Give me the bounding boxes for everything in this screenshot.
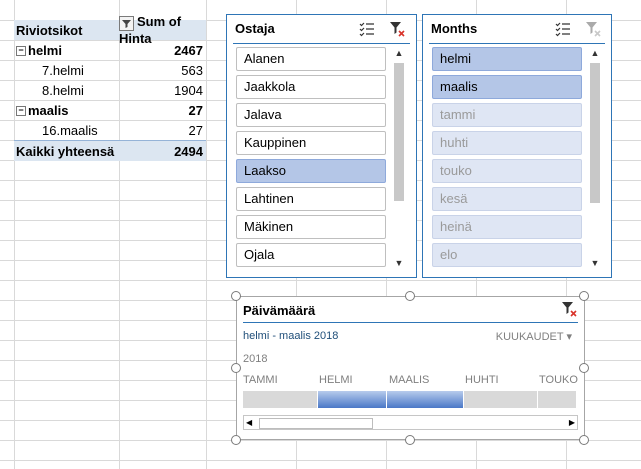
pivot-row-header[interactable]: Riviotsikot (16, 23, 82, 38)
timeline-month-label: HELMI (319, 374, 353, 386)
slicer-title: Ostaja (235, 21, 275, 36)
timeline-month-label: TOUKO (539, 374, 578, 386)
resize-handle[interactable] (405, 291, 415, 301)
slicer-item[interactable]: Ojala (236, 243, 386, 267)
resize-handle[interactable] (231, 291, 241, 301)
clear-filter-icon[interactable] (388, 20, 406, 38)
slicer-item[interactable]: Jaakkola (236, 75, 386, 99)
scroll-down-icon[interactable]: ▼ (393, 257, 405, 269)
slicer-title: Months (431, 21, 478, 36)
resize-handle[interactable] (231, 363, 241, 373)
scroll-thumb[interactable] (590, 63, 600, 203)
timeline-period-tammi[interactable] (243, 391, 317, 408)
pivot-row[interactable]: − maalis 27 (14, 100, 206, 120)
resize-handle[interactable] (579, 291, 589, 301)
timeline-period-touko[interactable] (538, 391, 576, 408)
timeline-period-huhti[interactable] (464, 391, 537, 408)
timeline-month-label: MAALIS (389, 374, 430, 386)
slicer-item-nodata[interactable]: huhti (432, 131, 582, 155)
timeline-range-label: helmi - maalis 2018 (243, 330, 339, 342)
scroll-right-icon[interactable]: ▶ (569, 416, 575, 429)
slicer-scrollbar[interactable]: ▲ ▼ (589, 47, 601, 269)
multi-select-icon[interactable] (554, 20, 572, 38)
collapse-icon[interactable]: − (16, 46, 26, 57)
timeline-month-label: HUHTI (465, 374, 499, 386)
slicer-item[interactable]: Kauppinen (236, 131, 386, 155)
scroll-up-icon[interactable]: ▲ (589, 47, 601, 59)
slicer-item-nodata[interactable]: heinä (432, 215, 582, 239)
timeline-year: 2018 (243, 353, 268, 365)
slicer-item-selected[interactable]: Laakso (236, 159, 386, 183)
filter-dropdown-icon[interactable] (119, 15, 134, 31)
slicer-item[interactable]: Mäkinen (236, 215, 386, 239)
slicer-item-selected[interactable]: helmi (432, 47, 582, 71)
scroll-left-icon[interactable]: ◀ (246, 416, 252, 429)
scroll-up-icon[interactable]: ▲ (393, 47, 405, 59)
scroll-thumb[interactable] (394, 63, 404, 201)
pivot-header-row: Riviotsikot Sum of Hinta (14, 14, 206, 46)
scroll-thumb[interactable] (259, 418, 373, 429)
slicer-item[interactable]: Alanen (236, 47, 386, 71)
collapse-icon[interactable]: − (16, 106, 26, 117)
clear-filter-icon[interactable] (560, 300, 578, 318)
slicer-item-nodata[interactable]: touko (432, 159, 582, 183)
timeline-period-maalis-selected[interactable] (387, 391, 463, 408)
slicer-item-selected[interactable]: maalis (432, 75, 582, 99)
timeline-scrollbar[interactable]: ◀ ▶ (243, 415, 578, 430)
clear-filter-icon[interactable] (584, 20, 602, 38)
timeline-level-dropdown[interactable]: KUUKAUDET ▾ (496, 330, 572, 343)
pivot-row[interactable]: 7.helmi 563 (14, 60, 206, 80)
timeline-period-helmi-selected[interactable] (318, 391, 386, 408)
timeline-slicer[interactable]: Päivämäärä helmi - maalis 2018 KUUKAUDET… (236, 296, 585, 440)
pivot-row[interactable]: − helmi 2467 (14, 40, 206, 60)
slicer-item[interactable]: Jalava (236, 103, 386, 127)
pivot-row[interactable]: 8.helmi 1904 (14, 80, 206, 100)
slicer-months[interactable]: Months helmi maalis tammi huhti touko ke… (422, 14, 612, 278)
dropdown-arrow-icon: ▾ (566, 331, 572, 343)
resize-handle[interactable] (405, 435, 415, 445)
timeline-month-label: TAMMI (243, 374, 278, 386)
slicer-item-nodata[interactable]: kesä (432, 187, 582, 211)
slicer-ostaja[interactable]: Ostaja Alanen Jaakkola Jalava Kauppinen … (226, 14, 417, 278)
scroll-down-icon[interactable]: ▼ (589, 257, 601, 269)
slicer-item-nodata[interactable]: tammi (432, 103, 582, 127)
slicer-item[interactable]: Lahtinen (236, 187, 386, 211)
slicer-scrollbar[interactable]: ▲ ▼ (393, 47, 405, 269)
timeline-title: Päivämäärä (243, 303, 316, 318)
resize-handle[interactable] (231, 435, 241, 445)
slicer-item-nodata[interactable]: elo (432, 243, 582, 267)
resize-handle[interactable] (579, 363, 589, 373)
resize-handle[interactable] (579, 435, 589, 445)
pivot-grand-total-row[interactable]: Kaikki yhteensä 2494 (14, 140, 206, 161)
pivot-row[interactable]: 16.maalis 27 (14, 120, 206, 140)
multi-select-icon[interactable] (358, 20, 376, 38)
